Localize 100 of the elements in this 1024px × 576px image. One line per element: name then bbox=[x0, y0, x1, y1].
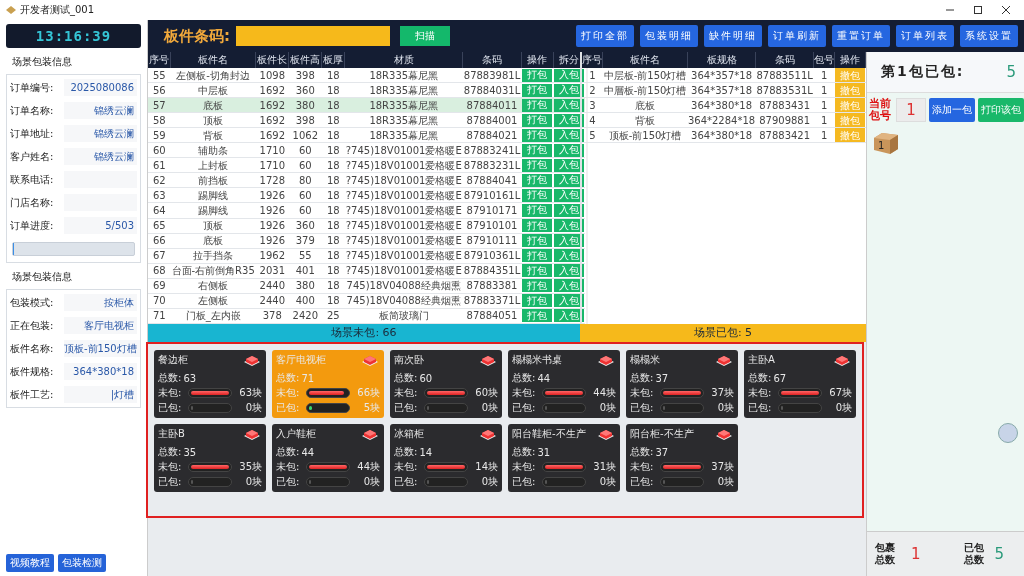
table-row[interactable]: 55 左侧板-切角封边 1098 398 18 18R335幕尼黑 87883981L 打包 入包 bbox=[148, 68, 586, 83]
row-action-button[interactable]: 入包 bbox=[554, 158, 585, 172]
total-value: 44 bbox=[301, 446, 315, 458]
toolbar-button[interactable]: 系统设置 bbox=[960, 25, 1018, 47]
table-row[interactable]: 64 踢脚线 1926 60 18 ?745)18V01001爱格暖E 87910171 打包 入包 bbox=[148, 202, 586, 218]
unpack-button[interactable]: 撤包 bbox=[835, 83, 866, 97]
table-row[interactable]: 69 右侧板 2440 380 18 745)18V04088经典烟熏 87883381 打包 入包 bbox=[148, 278, 586, 294]
table-row[interactable]: 61 上封板 1710 60 18 ?745)18V01001爱格暖E 87883231L 打包 入包 bbox=[148, 157, 586, 173]
avatar-icon[interactable] bbox=[998, 423, 1018, 443]
scene-card[interactable]: 榻榻米书桌 总数: 44 未包: 44块 已包: 0块 bbox=[508, 350, 620, 418]
row-action-button[interactable]: 入包 bbox=[554, 143, 585, 157]
toolbar-button[interactable]: 订单列表 bbox=[896, 25, 954, 47]
minimize-icon[interactable] bbox=[946, 6, 954, 14]
row-action-button[interactable]: 入包 bbox=[554, 98, 585, 112]
row-action-button[interactable]: 打包 bbox=[522, 264, 553, 278]
table-cell: 18 bbox=[321, 202, 345, 218]
row-action-button[interactable]: 打包 bbox=[522, 294, 553, 308]
row-action-button[interactable]: 入包 bbox=[554, 128, 585, 142]
package-box-icon[interactable]: 1 bbox=[873, 131, 899, 155]
row-action-button[interactable]: 打包 bbox=[522, 309, 553, 323]
scene-card[interactable]: 主卧A 总数: 67 未包: 67块 已包: 0块 bbox=[744, 350, 856, 418]
barcode-field[interactable] bbox=[236, 26, 390, 46]
table-row[interactable]: 68 台面-右前倒角R35 2031 401 18 ?745)18V01001爱格暖E 87884351L 打包 入包 bbox=[148, 263, 586, 279]
unpack-button[interactable]: 撤包 bbox=[835, 68, 866, 82]
row-action-button[interactable]: 入包 bbox=[554, 188, 585, 202]
row-action-button[interactable]: 入包 bbox=[554, 249, 585, 263]
packed-count: 0块 bbox=[716, 401, 734, 415]
table-cell: ?745)18V01001爱格暖E bbox=[344, 202, 463, 218]
table-row[interactable]: 71 门板_左内嵌 378 2420 25 板简玻璃门 87884051 打包 入包 bbox=[148, 308, 586, 324]
row-action-button[interactable]: 入包 bbox=[554, 294, 585, 308]
toolbar-button[interactable]: 缺件明细 bbox=[704, 25, 762, 47]
row-action-button[interactable]: 打包 bbox=[522, 188, 553, 202]
table-row[interactable]: 58 顶板 1692 398 18 18R335幕尼黑 87884001 打包 入包 bbox=[148, 112, 586, 128]
row-action-button[interactable]: 入包 bbox=[554, 173, 585, 187]
row-action-button[interactable]: 入包 bbox=[554, 219, 585, 233]
row-action-button[interactable]: 打包 bbox=[522, 204, 553, 217]
row-action-button[interactable]: 打包 bbox=[522, 234, 553, 248]
table-cell: 左侧板 bbox=[170, 293, 256, 309]
table-row[interactable]: 59 背板 1692 1062 18 18R335幕尼黑 87884021 打包 入包 bbox=[148, 127, 586, 143]
row-action-button[interactable]: 打包 bbox=[522, 128, 553, 142]
row-action-button[interactable]: 入包 bbox=[554, 204, 585, 217]
close-icon[interactable] bbox=[1002, 6, 1010, 14]
unpack-button[interactable]: 撤包 bbox=[835, 128, 866, 142]
total-value: 31 bbox=[537, 446, 551, 458]
print-package-button[interactable]: 打印该包 bbox=[978, 98, 1024, 122]
toolbar-button[interactable]: 重置订单 bbox=[832, 25, 890, 47]
small-button[interactable]: 视频教程 bbox=[6, 554, 54, 572]
scene-card[interactable]: 客厅电视柜 总数: 71 未包: 66块 已包: 5块 bbox=[272, 350, 384, 418]
row-action-button[interactable]: 打包 bbox=[522, 219, 553, 233]
table-row[interactable]: 62 前挡板 1728 80 18 ?745)18V01001爱格暖E 87884041 打包 入包 bbox=[148, 172, 586, 188]
table-row[interactable]: 65 顶板 1926 360 18 ?745)18V01001爱格暖E 87910101 打包 入包 bbox=[148, 218, 586, 234]
row-action-button[interactable]: 入包 bbox=[554, 68, 585, 82]
row-action-button[interactable]: 打包 bbox=[522, 249, 553, 263]
small-button[interactable]: 包装检测 bbox=[58, 554, 106, 572]
table-cell: 中层板-前150灯槽 bbox=[602, 68, 688, 83]
row-action-button[interactable]: 打包 bbox=[522, 68, 553, 82]
row-action-button[interactable]: 打包 bbox=[522, 158, 553, 172]
row-action-button[interactable]: 打包 bbox=[522, 279, 553, 293]
row-action-button[interactable]: 入包 bbox=[554, 113, 585, 127]
table-row[interactable]: 57 底板 1692 380 18 18R335幕尼黑 87884011 打包 入包 bbox=[148, 97, 586, 113]
table-row[interactable]: 66 底板 1926 379 18 ?745)18V01001爱格暖E 87910111 打包 入包 bbox=[148, 233, 586, 249]
restore-icon[interactable] bbox=[974, 6, 982, 14]
scene-card[interactable]: 冰箱柜 总数: 14 未包: 14块 已包: 0块 bbox=[390, 424, 502, 492]
table-row[interactable]: 63 踢脚线 1926 60 18 ?745)18V01001爱格暖E 87910161L 打包 入包 bbox=[148, 187, 586, 203]
toolbar-button[interactable]: 包装明细 bbox=[640, 25, 698, 47]
scene-card[interactable]: 餐边柜 总数: 63 未包: 63块 已包: 0块 bbox=[154, 350, 266, 418]
table-row[interactable]: 70 左侧板 2440 400 18 745)18V04088经典烟熏 87883371L 打包 入包 bbox=[148, 293, 586, 309]
scene-card[interactable]: 南次卧 总数: 60 未包: 60块 已包: 0块 bbox=[390, 350, 502, 418]
scan-button[interactable]: 扫描 bbox=[400, 26, 450, 46]
row-action-button[interactable]: 打包 bbox=[522, 113, 553, 127]
row-action-button[interactable]: 打包 bbox=[522, 98, 553, 112]
row-action-button[interactable]: 打包 bbox=[522, 83, 553, 97]
scene-card[interactable]: 阳台柜-不生产 总数: 37 未包: 37块 已包: 0块 bbox=[626, 424, 738, 492]
scene-name: 餐边柜 bbox=[158, 353, 188, 367]
section-title: 场景包装信息 bbox=[11, 270, 73, 284]
row-action-button[interactable]: 打包 bbox=[522, 173, 553, 187]
unpack-button[interactable]: 撤包 bbox=[835, 113, 866, 127]
package-number-select[interactable]: 1 bbox=[896, 98, 926, 122]
toolbar-button[interactable]: 订单刷新 bbox=[768, 25, 826, 47]
row-action-button[interactable]: 入包 bbox=[554, 309, 585, 323]
table-row[interactable]: 56 中层板 1692 360 18 18R335幕尼黑 87884031L 打包 入包 bbox=[148, 82, 586, 98]
table-row[interactable]: 67 拉手挡条 1962 55 18 ?745)18V01001爱格暖E 87910361L 打包 入包 bbox=[148, 248, 586, 264]
scene-card[interactable]: 榻榻米 总数: 37 未包: 37块 已包: 0块 bbox=[626, 350, 738, 418]
scene-card[interactable]: 主卧B 总数: 35 未包: 35块 已包: 0块 bbox=[154, 424, 266, 492]
unpack-button[interactable]: 撤包 bbox=[835, 98, 866, 112]
total-label: 总数: bbox=[630, 371, 654, 385]
table-cell: ?745)18V01001爱格暖E bbox=[344, 157, 463, 173]
toolbar-button[interactable]: 打印全部 bbox=[576, 25, 634, 47]
scene-card[interactable]: 入户鞋柜 总数: 44 未包: 44块 已包: 0块 bbox=[272, 424, 384, 492]
table-row[interactable]: 60 辅助条 1710 60 18 ?745)18V01001爱格暖E 87883241L 打包 入包 bbox=[148, 142, 586, 158]
table-cell: 87909881 bbox=[755, 112, 814, 128]
table-cell: 18R335幕尼黑 bbox=[344, 127, 463, 143]
add-package-button[interactable]: 添加一包 bbox=[929, 98, 975, 122]
total-label: 总数: bbox=[748, 371, 772, 385]
row-action-button[interactable]: 打包 bbox=[522, 143, 553, 157]
scene-card[interactable]: 阳台鞋柜-不生产 总数: 31 未包: 31块 已包: 0块 bbox=[508, 424, 620, 492]
row-action-button[interactable]: 入包 bbox=[554, 234, 585, 248]
row-action-button[interactable]: 入包 bbox=[554, 83, 585, 97]
row-action-button[interactable]: 入包 bbox=[554, 279, 585, 293]
row-action-button[interactable]: 入包 bbox=[554, 264, 585, 278]
